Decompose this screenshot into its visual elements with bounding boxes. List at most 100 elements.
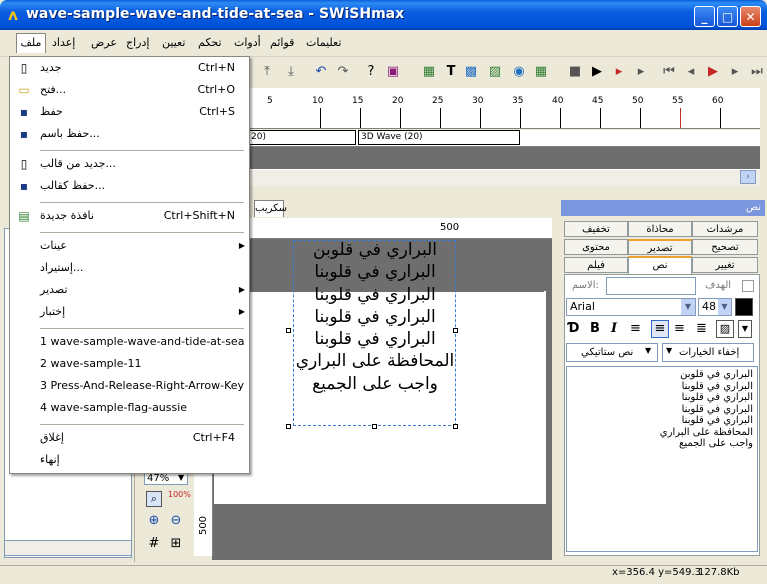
tab-movie[interactable]: فيلم [564, 257, 628, 273]
playhead-marker[interactable] [680, 108, 681, 128]
menu-item-exit[interactable]: إنهاء [10, 450, 249, 470]
timeline-effect-3d-wave[interactable]: 3D Wave (20) [358, 130, 520, 145]
tab-transform[interactable]: تغيير [692, 257, 758, 273]
menu-help[interactable]: تعليمات [306, 36, 341, 49]
insert-image-icon[interactable]: ▩ [462, 63, 480, 81]
bold-icon[interactable]: B [590, 321, 600, 336]
timeline-effect-segment[interactable]: 20) [248, 130, 356, 145]
target-checkbox[interactable] [742, 280, 754, 292]
next-frame-icon[interactable]: ▸ [726, 63, 744, 81]
tab-ease[interactable]: تخفيف [564, 221, 628, 237]
resize-handle[interactable] [372, 424, 377, 429]
chevron-down-icon[interactable]: ▼ [666, 346, 672, 355]
zoom-tool-icon[interactable]: ⌕ [146, 491, 162, 507]
align-left-icon[interactable]: ≡ [630, 321, 641, 336]
play-icon[interactable]: ▶ [588, 63, 606, 81]
font-select[interactable]: Arial [566, 298, 696, 316]
menu-item-recent-3[interactable]: 3 Press-And-Release-Right-Arrow-Key [10, 376, 249, 396]
chevron-down-icon[interactable]: ▼ [645, 346, 651, 355]
resize-handle[interactable] [286, 328, 291, 333]
menu-item-test[interactable]: إختبار ▶ [10, 302, 249, 322]
chevron-down-icon[interactable]: ▼ [718, 299, 731, 315]
insert-group-icon[interactable]: ▨ [486, 63, 504, 81]
tab-script[interactable]: سكريب [254, 200, 287, 217]
text-options-icon[interactable]: ▨ [716, 320, 734, 338]
redo-icon[interactable]: ↷ [334, 63, 352, 81]
maximize-button[interactable]: □ [717, 6, 738, 27]
timeline-horizontal-scrollbar[interactable] [248, 169, 760, 186]
menu-item-save-as[interactable]: ▪ ...حفظ باسم [10, 124, 249, 144]
italic-icon[interactable]: I [611, 321, 617, 336]
scroll-right-icon[interactable]: › [740, 170, 756, 184]
play-frame-icon[interactable]: ▸ [632, 63, 650, 81]
snap-icon[interactable]: ⊞ [168, 536, 184, 552]
menu-insert[interactable]: إدراج [126, 36, 149, 49]
menu-item-new[interactable]: ▯ جديد Ctrl+N [10, 58, 249, 78]
menu-item-save[interactable]: ▪ حفظ Ctrl+S [10, 102, 249, 122]
move-up-icon[interactable]: ⤒ [258, 63, 276, 81]
menu-item-new-from-template[interactable]: ▯ ...جديد من قالب [10, 154, 249, 174]
menu-assign[interactable]: تعيين [162, 36, 185, 49]
insert-sprite-icon[interactable]: ▦ [532, 63, 550, 81]
play-effect-icon[interactable]: ▸ [610, 63, 628, 81]
resize-handle[interactable] [453, 424, 458, 429]
swishmax-app-icon[interactable]: ʌ [5, 7, 21, 23]
menu-item-close[interactable]: إغلاق Ctrl+F4 [10, 428, 249, 448]
stop-icon[interactable]: ■ [566, 63, 584, 81]
menu-tools[interactable]: أدوات [234, 36, 261, 49]
align-right-icon[interactable]: ≡ [674, 321, 685, 336]
menu-item-export[interactable]: تصدير ▶ [10, 280, 249, 300]
last-frame-icon[interactable]: ⏭ [748, 63, 766, 81]
outline-horizontal-scrollbar[interactable] [4, 540, 132, 556]
chevron-down-icon[interactable]: ▼ [681, 299, 695, 315]
tab-guides[interactable]: مرشدات [692, 221, 758, 237]
text-content-editor[interactable]: البراري في قلوبن البراري في قلوبنا البرا… [566, 366, 758, 552]
justify-icon[interactable]: ≣ [696, 321, 707, 336]
record-frame-icon[interactable]: ▶ [704, 63, 722, 81]
selection-box[interactable] [293, 240, 456, 426]
menu-item-recent-4[interactable]: 4 wave-sample-flag-aussie [10, 398, 249, 418]
close-button[interactable]: ✕ [740, 6, 761, 27]
timeline-ruler[interactable] [248, 88, 760, 129]
tab-align[interactable]: محاذاة [628, 221, 692, 237]
menu-item-import[interactable]: ...إستيراد [10, 258, 249, 278]
menu-item-new-window[interactable]: ▤ نافذة جديدة Ctrl+Shift+N [10, 206, 249, 226]
menu-item-recent-2[interactable]: 2 wave-sample-11 [10, 354, 249, 374]
menu-control[interactable]: تحكم [198, 36, 222, 49]
hide-options-button[interactable]: إخفاء الخيارات [662, 343, 754, 362]
resize-handle[interactable] [286, 424, 291, 429]
first-frame-icon[interactable]: ⏮ [660, 63, 678, 81]
menu-item-open[interactable]: ▭ ...فتح Ctrl+O [10, 80, 249, 100]
tab-debug[interactable]: تصحيح [692, 239, 758, 255]
menu-view[interactable]: عرض [91, 36, 117, 49]
prev-frame-icon[interactable]: ◂ [682, 63, 700, 81]
tab-export[interactable]: تصدير [628, 239, 692, 255]
tab-content[interactable]: محتوى [564, 239, 628, 255]
text-color-swatch[interactable] [735, 298, 753, 316]
undo-icon[interactable]: ↶ [312, 63, 330, 81]
name-input[interactable] [606, 277, 696, 295]
menu-item-recent-1[interactable]: 1 wave-sample-wave-and-tide-at-sea [10, 332, 249, 352]
menu-lists[interactable]: قوائم [270, 36, 294, 49]
insert-button-icon[interactable]: ◉ [510, 63, 528, 81]
book-icon[interactable]: ▣ [384, 63, 402, 81]
chevron-down-icon[interactable]: ▼ [738, 320, 752, 338]
insert-scene-icon[interactable]: ▦ [420, 63, 438, 81]
align-center-icon[interactable]: ≡ [651, 320, 669, 338]
resize-handle[interactable] [453, 328, 458, 333]
insert-text-icon[interactable]: T [442, 63, 460, 81]
chevron-down-icon[interactable]: ▼ [178, 473, 184, 482]
menu-item-samples[interactable]: عينات ▶ [10, 236, 249, 256]
menu-item-save-as-template[interactable]: ▪ ...حفظ كقالب [10, 176, 249, 196]
tab-text[interactable]: نص [628, 256, 692, 274]
move-down-icon[interactable]: ⤓ [282, 63, 300, 81]
zoom-out-icon[interactable]: ⊖ [168, 513, 184, 529]
minimize-button[interactable]: _ [694, 6, 715, 27]
help-pointer-icon[interactable]: ? [362, 63, 380, 81]
zoom-in-icon[interactable]: ⊕ [146, 513, 162, 529]
grid-icon[interactable]: # [146, 536, 162, 552]
menu-file[interactable]: ملف [16, 33, 46, 53]
zoom-100-icon[interactable]: 100% [168, 491, 191, 507]
menu-settings[interactable]: إعداد [52, 36, 75, 49]
text-direction-icon[interactable]: Ɗ [568, 321, 579, 336]
